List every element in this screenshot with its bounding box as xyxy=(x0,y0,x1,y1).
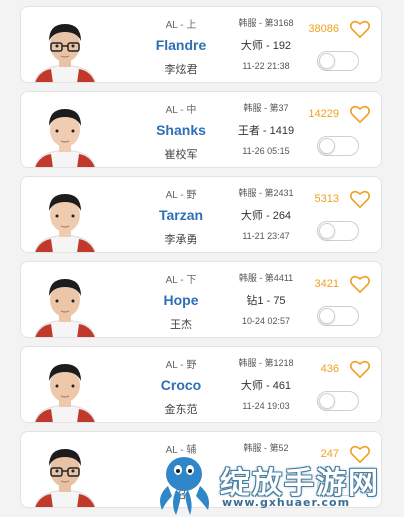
heart-outline-icon[interactable] xyxy=(349,359,371,379)
toggle-switch[interactable] xyxy=(317,51,359,71)
watermark: 绽放手游网 www.gxhuaer.com xyxy=(150,452,404,517)
like-count: 5313 xyxy=(314,193,339,205)
tier-points: 大师 - 264 xyxy=(240,210,292,222)
server-rank: 韩服 - 第3168 xyxy=(238,18,294,28)
player-avatar xyxy=(31,268,99,337)
heart-outline-icon[interactable] xyxy=(349,189,371,209)
last-update-time: 11-24 19:03 xyxy=(242,401,290,411)
player-avatar xyxy=(31,183,99,252)
like-count: 14229 xyxy=(308,108,339,120)
player-name[interactable]: Flandre xyxy=(121,37,241,53)
player-name[interactable]: Hope xyxy=(121,292,241,308)
team-role: AL - 下 xyxy=(165,275,197,286)
toggle-knob xyxy=(319,138,335,154)
player-real-name: 李承勇 xyxy=(164,234,198,246)
player-real-name: 李炫君 xyxy=(164,64,198,76)
server-rank: 韩服 - 第1218 xyxy=(238,358,294,368)
player-avatar xyxy=(31,353,99,422)
team-role: AL - 野 xyxy=(165,190,197,201)
team-role: AL - 中 xyxy=(165,105,197,116)
toggle-knob xyxy=(319,223,335,239)
heart-outline-icon[interactable] xyxy=(349,104,371,124)
last-update-time: 10-24 02:57 xyxy=(241,316,291,326)
toggle-knob xyxy=(319,53,335,69)
player-card[interactable]: AL - 下 Hope 王杰 韩服 - 第4411 钻1 - 75 10-24 02:57… xyxy=(20,261,382,338)
toggle-knob xyxy=(319,308,335,324)
server-rank: 韩服 - 第2431 xyxy=(238,188,294,198)
like-count: 3421 xyxy=(314,278,339,290)
player-card[interactable]: AL - 野 Tarzan 李承勇 韩服 - 第2431 大师 - 264 11-21 2… xyxy=(20,176,382,253)
tier-points: 大师 - 192 xyxy=(240,40,292,52)
server-rank: 韩服 - 第4411 xyxy=(238,273,294,283)
tier-points: 大师 - 461 xyxy=(240,380,292,392)
last-update-time: 11-21 23:47 xyxy=(242,231,290,241)
player-list: AL - 上 Flandre 李炫君 韩服 - 第3168 大师 - 192 11-22 … xyxy=(0,0,404,517)
server-rank: 韩服 - 第37 xyxy=(243,103,289,113)
tier-points: 王者 - 1419 xyxy=(237,125,295,137)
toggle-switch[interactable] xyxy=(317,391,359,411)
player-avatar xyxy=(31,438,99,507)
heart-outline-icon[interactable] xyxy=(349,19,371,39)
tier-points: 钻1 - 75 xyxy=(246,295,286,307)
octopus-logo-icon xyxy=(160,457,209,515)
player-real-name: 王杰 xyxy=(170,319,192,331)
team-role: AL - 上 xyxy=(165,20,197,31)
team-role: AL - 野 xyxy=(165,360,197,371)
toggle-switch[interactable] xyxy=(317,221,359,241)
player-card[interactable]: AL - 上 Flandre 李炫君 韩服 - 第3168 大师 - 192 11-22 … xyxy=(20,6,382,83)
player-avatar xyxy=(31,13,99,82)
toggle-switch[interactable] xyxy=(317,306,359,326)
heart-outline-icon[interactable] xyxy=(349,274,371,294)
player-card[interactable]: AL - 中 Shanks 崔校军 韩服 - 第37 王者 - 1419 11-26 05… xyxy=(20,91,382,168)
player-name[interactable]: Croco xyxy=(121,377,241,393)
like-count: 436 xyxy=(320,363,339,375)
player-avatar xyxy=(31,98,99,167)
watermark-url: www.gxhuaer.com xyxy=(222,496,351,509)
like-count: 38086 xyxy=(308,23,339,35)
toggle-switch[interactable] xyxy=(317,136,359,156)
last-update-time: 11-22 21:38 xyxy=(242,61,290,71)
player-name[interactable]: Shanks xyxy=(121,122,241,138)
last-update-time: 11-26 05:15 xyxy=(242,146,290,156)
player-real-name: 崔校军 xyxy=(164,149,198,161)
player-card[interactable]: AL - 野 Croco 金东范 韩服 - 第1218 大师 - 461 11-24 19… xyxy=(20,346,382,423)
player-real-name: 金东范 xyxy=(164,404,198,416)
toggle-knob xyxy=(319,393,335,409)
player-name[interactable]: Tarzan xyxy=(121,207,241,223)
